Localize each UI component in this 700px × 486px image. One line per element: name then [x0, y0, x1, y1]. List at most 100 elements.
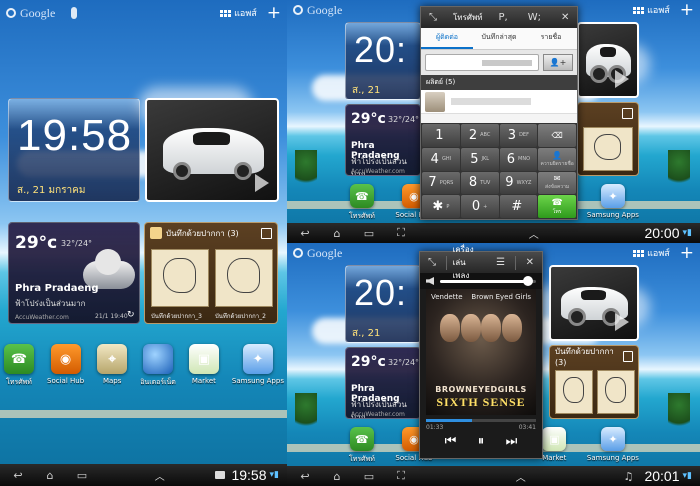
- tab-recent[interactable]: บันทึกล่าสุด: [473, 28, 525, 49]
- volume-slider[interactable]: [440, 275, 536, 286]
- apps-grid-icon[interactable]: [633, 249, 645, 257]
- volume-knob[interactable]: [523, 275, 534, 286]
- key-4[interactable]: 4 GHI: [422, 147, 460, 171]
- edit-icon[interactable]: [623, 350, 633, 362]
- key-6[interactable]: 6 MNO: [499, 147, 538, 171]
- photo-widget[interactable]: [549, 265, 639, 341]
- apps-label[interactable]: แอพส์: [647, 246, 670, 260]
- song-progress-bar[interactable]: [426, 419, 536, 422]
- app-phone[interactable]: ☎ โทรศัพท์: [349, 427, 375, 465]
- back-icon[interactable]: ↩: [295, 227, 315, 240]
- key-2[interactable]: 2 ABC: [460, 124, 499, 147]
- app-samsung-apps[interactable]: ✦ Samsung Apps: [587, 427, 639, 465]
- home-icon[interactable]: ⌂: [327, 227, 347, 240]
- app-phone[interactable]: ☎ โทรศัพท์: [4, 344, 34, 388]
- screen-capture-icon[interactable]: ⛶: [391, 469, 411, 483]
- call-button[interactable]: ☎ โทร: [538, 195, 576, 218]
- recent-apps-icon[interactable]: ▭: [359, 470, 379, 483]
- app-internet[interactable]: อินเตอร์เน็ต: [140, 344, 176, 388]
- apps-label[interactable]: แอพส์: [647, 3, 670, 17]
- app-maps[interactable]: ⌖ Maps: [97, 344, 128, 388]
- chevron-up-icon[interactable]: ︿: [516, 469, 526, 484]
- playlist-icon[interactable]: ☰: [492, 257, 509, 268]
- next-icon[interactable]: ⏭: [506, 434, 518, 449]
- tab-list[interactable]: รายชื่อ: [525, 28, 577, 49]
- contact-row[interactable]: [421, 90, 577, 114]
- play-icon[interactable]: [615, 70, 629, 88]
- backspace-icon[interactable]: ⌫: [538, 124, 576, 147]
- apps-label[interactable]: แอพส์: [234, 6, 257, 20]
- send-message-button[interactable]: ✉ ส่งข้อความ: [538, 171, 576, 195]
- memo-note[interactable]: [583, 127, 633, 171]
- expand-icon[interactable]: ⤡: [425, 12, 441, 23]
- home-icon[interactable]: ⌂: [40, 469, 60, 482]
- close-icon[interactable]: ✕: [557, 12, 573, 23]
- tab-contacts[interactable]: ผู้ติดต่อ: [421, 28, 473, 49]
- photo-widget[interactable]: [577, 22, 639, 98]
- recent-apps-icon[interactable]: ▭: [72, 469, 92, 482]
- pause-icon[interactable]: ⏸: [478, 434, 485, 449]
- weather-widget[interactable]: 29°c 32°/24° Phra Pradaeng ฟ้าโปร่งเป็นส…: [345, 104, 421, 176]
- recent-apps-icon[interactable]: ▭: [359, 227, 379, 240]
- key-1[interactable]: 1: [422, 124, 460, 147]
- google-search-bar[interactable]: Google: [293, 3, 342, 18]
- memo-note-2[interactable]: [215, 249, 273, 307]
- memo-note-1[interactable]: [555, 370, 593, 414]
- clock-widget[interactable]: 19:58 ส., 21 มกราคม: [8, 98, 140, 202]
- weather-widget[interactable]: 29°c 32°/24° Phra Pradaeng ฟ้าโปร่งเป็นส…: [345, 347, 421, 419]
- back-icon[interactable]: ↩: [8, 469, 28, 482]
- apps-grid-icon[interactable]: [220, 9, 232, 17]
- memo-note-1[interactable]: [151, 249, 209, 307]
- key-0[interactable]: 0 +: [460, 195, 499, 218]
- key-star[interactable]: ✱ P: [422, 195, 460, 218]
- memo-widget[interactable]: [577, 102, 639, 176]
- play-icon[interactable]: [255, 174, 269, 192]
- key-5[interactable]: 5 JKL: [460, 147, 499, 171]
- back-icon[interactable]: ↩: [295, 470, 315, 483]
- memo-widget[interactable]: บันทึกด้วยปากกา (3): [549, 345, 639, 419]
- microphone-icon[interactable]: [71, 7, 78, 19]
- key-8[interactable]: 8 TUV: [460, 171, 499, 195]
- screen-capture-icon[interactable]: ⛶: [391, 226, 411, 240]
- contact-search-input[interactable]: [425, 54, 539, 71]
- home-icon[interactable]: ⌂: [327, 470, 347, 483]
- previous-icon[interactable]: ⏮: [445, 434, 457, 449]
- app-market[interactable]: ▣Market: [188, 344, 219, 388]
- add-to-contacts-button[interactable]: 👤 ความยิดรายชื่อ: [538, 147, 576, 171]
- app-social-hub[interactable]: ◉ Social Hub: [47, 344, 84, 388]
- key-7[interactable]: 7 PQRS: [422, 171, 460, 195]
- wait-dial-button[interactable]: W;: [524, 12, 545, 23]
- google-search-bar[interactable]: Google: [6, 6, 55, 21]
- apps-grid-icon[interactable]: [633, 6, 645, 14]
- app-phone[interactable]: ☎ โทรศัพท์: [349, 184, 375, 222]
- photo-widget[interactable]: [145, 98, 279, 202]
- chevron-up-icon[interactable]: ︿: [155, 468, 165, 483]
- car-photo: [162, 128, 264, 180]
- memo-note-2[interactable]: [597, 370, 635, 414]
- key-3[interactable]: 3 DEF: [499, 124, 538, 147]
- weather-widget[interactable]: 29°c 32°/24° Phra Pradaeng ฟ้าโปร่งเป็นส…: [8, 222, 140, 324]
- memo-title: บันทึกด้วยปากกา (3): [166, 228, 239, 238]
- key-9[interactable]: 9 WXYZ: [499, 171, 538, 195]
- clock-widget[interactable]: 20: ส., 21 มกราคม: [345, 22, 421, 100]
- key-hash[interactable]: #: [499, 195, 538, 218]
- add-widget-icon[interactable]: +: [680, 1, 694, 19]
- expand-icon[interactable]: ⤡: [424, 257, 440, 268]
- add-contact-button[interactable]: 👤+: [543, 54, 573, 71]
- pause-dial-button[interactable]: P,: [495, 12, 512, 23]
- edit-icon[interactable]: [622, 107, 633, 119]
- add-widget-icon[interactable]: +: [267, 4, 281, 22]
- memo-widget[interactable]: บันทึกด้วยปากกา (3) บันทึกด้วยปากกา_3 บั…: [144, 222, 278, 324]
- refresh-icon[interactable]: ↻: [127, 310, 135, 320]
- memo-header: [578, 103, 638, 123]
- close-icon[interactable]: ✕: [522, 257, 538, 268]
- chevron-up-icon[interactable]: ︿: [529, 226, 539, 241]
- app-market[interactable]: ▣Market: [542, 427, 566, 465]
- clock-widget[interactable]: 20: ส., 21 มกราคม: [345, 265, 421, 343]
- play-icon[interactable]: [615, 313, 629, 331]
- app-samsung-apps[interactable]: ✦ Samsung Apps: [587, 184, 639, 222]
- edit-icon[interactable]: [261, 227, 272, 239]
- add-widget-icon[interactable]: +: [680, 244, 694, 262]
- app-samsung-apps[interactable]: ✦ Samsung Apps: [232, 344, 284, 388]
- google-search-bar[interactable]: Google: [293, 246, 342, 261]
